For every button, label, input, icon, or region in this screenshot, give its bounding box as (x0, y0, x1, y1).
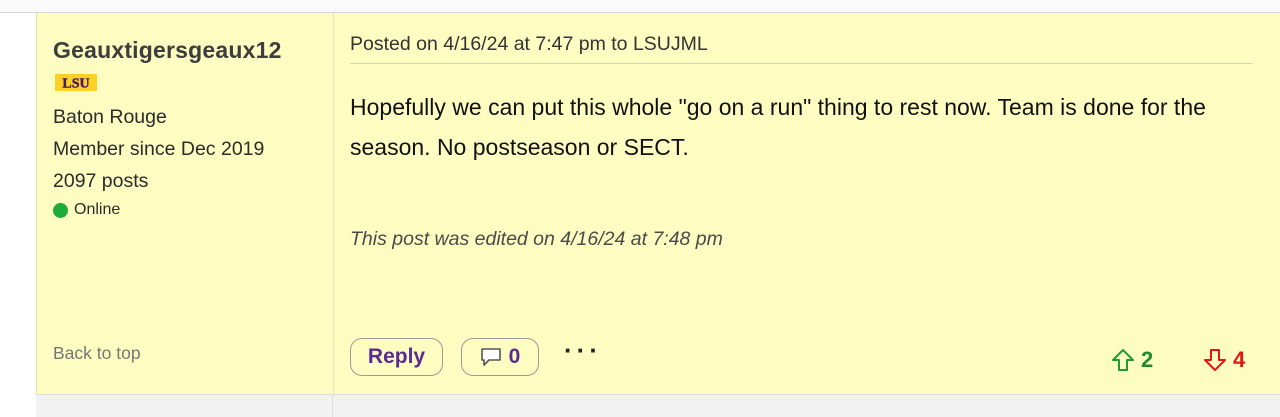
post-edited-note: This post was edited on 4/16/24 at 7:48 … (350, 228, 723, 250)
author-sidebar: Geauxtigersgeaux12 LSU Baton Rouge Membe… (37, 13, 334, 394)
upvote-control[interactable]: 2 (1111, 347, 1153, 373)
forum-post: Geauxtigersgeaux12 LSU Baton Rouge Membe… (36, 13, 1280, 394)
post-meta: Posted on 4/16/24 at 7:47 pm to LSUJML (350, 33, 1252, 64)
online-dot-icon (53, 202, 68, 218)
back-to-top-link[interactable]: Back to top (53, 343, 141, 364)
author-member-since: Member since Dec 2019 (53, 138, 265, 160)
author-username[interactable]: Geauxtigersgeaux12 (53, 37, 282, 64)
reply-button[interactable]: Reply (350, 338, 443, 376)
online-status: Online (53, 201, 120, 219)
more-options-button[interactable]: ··· (564, 335, 602, 366)
online-status-label: Online (74, 201, 121, 218)
comment-button[interactable]: 0 (461, 338, 539, 376)
downvote-control[interactable]: 4 (1203, 347, 1245, 373)
author-post-count: 2097 posts (53, 170, 149, 192)
next-post-strip (36, 394, 1280, 417)
upvote-count: 2 (1141, 347, 1154, 372)
svg-text:LSU: LSU (62, 77, 89, 92)
comment-count: 0 (508, 345, 521, 368)
downvote-count: 4 (1233, 347, 1246, 372)
arrow-up-icon (1112, 349, 1134, 371)
post-body: Hopefully we can put this whole "go on a… (350, 94, 1206, 160)
arrow-down-icon (1204, 349, 1226, 371)
post-main: Posted on 4/16/24 at 7:47 pm to LSUJML H… (334, 13, 1280, 394)
lsu-logo-icon: LSU (55, 74, 97, 91)
author-location: Baton Rouge (53, 106, 167, 128)
speech-bubble-icon (480, 347, 502, 367)
divider (332, 395, 333, 417)
page-top-strip (0, 0, 1280, 13)
